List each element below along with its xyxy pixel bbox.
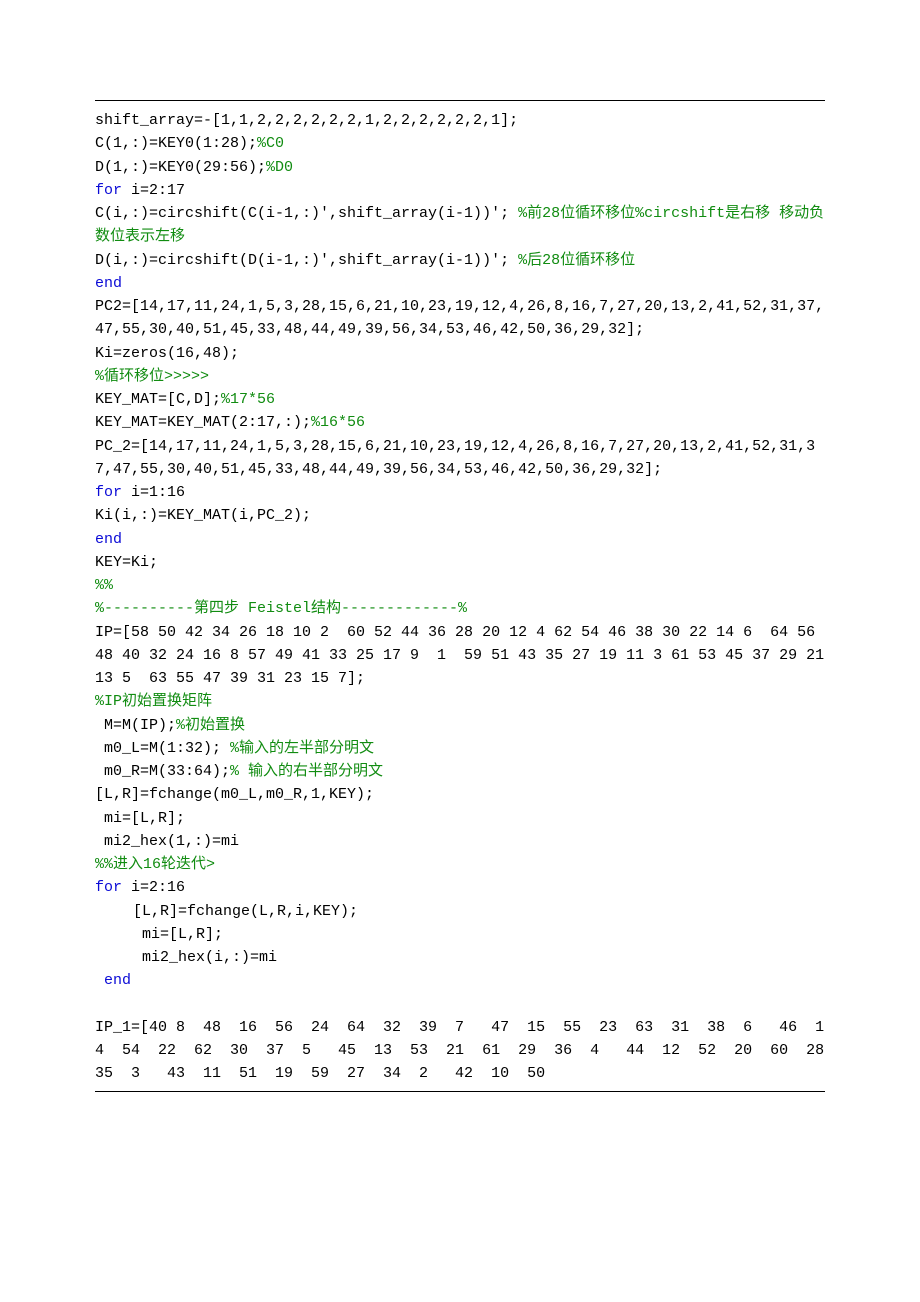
code-line: end <box>95 272 825 295</box>
code-line: D(1,:)=KEY0(29:56);%D0 <box>95 156 825 179</box>
code-line: %% <box>95 574 825 597</box>
code-text: i=2:17 <box>131 182 185 199</box>
comment-text: %循环移位>>>>> <box>95 368 209 385</box>
code-line: %----------第四步 Feistel结构-------------% <box>95 597 825 620</box>
code-line: for i=2:16 <box>95 876 825 899</box>
code-text: mi=[L,R]; <box>133 926 223 943</box>
code-text: C(i,:)=circshift(C(i-1,:)',shift_array(i… <box>95 205 518 222</box>
document-page: shift_array=-[1,1,2,2,2,2,2,2,1,2,2,2,2,… <box>0 0 920 1302</box>
bottom-rule <box>95 1091 825 1092</box>
code-line: end <box>95 969 825 992</box>
comment-text: %% <box>95 577 113 594</box>
comment-text: %C0 <box>257 135 284 152</box>
code-text: i=2:16 <box>131 879 185 896</box>
code-text: KEY_MAT=[C,D]; <box>95 391 221 408</box>
code-line: m0_R=M(33:64);% 输入的右半部分明文 <box>95 760 825 783</box>
code-text: PC2=[14,17,11,24,1,5,3,28,15,6,21,10,23,… <box>95 298 824 338</box>
code-text: shift_array=-[1,1,2,2,2,2,2,2,1,2,2,2,2,… <box>95 112 518 129</box>
comment-text: % 输入的右半部分明文 <box>230 763 383 780</box>
code-text: m0_R=M(33:64); <box>95 763 230 780</box>
comment-text: %输入的左半部分明文 <box>230 740 374 757</box>
keyword-text: for <box>95 484 131 501</box>
comment-text: %初始置换 <box>176 717 245 734</box>
code-text: [L,R]=fchange(L,R,i,KEY); <box>133 903 358 920</box>
code-text: i=1:16 <box>131 484 185 501</box>
code-text: mi2_hex(1,:)=mi <box>95 833 239 850</box>
comment-text: %16*56 <box>311 414 365 431</box>
code-text: mi=[L,R]; <box>95 810 185 827</box>
code-line: mi=[L,R]; <box>95 807 825 830</box>
code-text: m0_L=M(1:32); <box>95 740 230 757</box>
code-block: shift_array=-[1,1,2,2,2,2,2,2,1,2,2,2,2,… <box>95 109 825 1085</box>
keyword-text: end <box>104 972 131 989</box>
code-line: PC2=[14,17,11,24,1,5,3,28,15,6,21,10,23,… <box>95 295 825 342</box>
code-line: IP_1=[40 8 48 16 56 24 64 32 39 7 47 15 … <box>95 1016 825 1086</box>
code-line: mi2_hex(i,:)=mi <box>95 946 825 969</box>
code-line: for i=2:17 <box>95 179 825 202</box>
code-line: mi2_hex(1,:)=mi <box>95 830 825 853</box>
code-line: KEY=Ki; <box>95 551 825 574</box>
comment-text: %----------第四步 Feistel结构-------------% <box>95 600 467 617</box>
code-line: Ki(i,:)=KEY_MAT(i,PC_2); <box>95 504 825 527</box>
code-line: end <box>95 528 825 551</box>
code-line: shift_array=-[1,1,2,2,2,2,2,2,1,2,2,2,2,… <box>95 109 825 132</box>
code-line: C(1,:)=KEY0(1:28);%C0 <box>95 132 825 155</box>
code-text: C(1,:)=KEY0(1:28); <box>95 135 257 152</box>
code-text: mi2_hex(i,:)=mi <box>133 949 277 966</box>
code-text: IP=[58 50 42 34 26 18 10 2 60 52 44 36 2… <box>95 624 833 688</box>
code-line: [L,R]=fchange(L,R,i,KEY); <box>95 900 825 923</box>
code-line: %循环移位>>>>> <box>95 365 825 388</box>
comment-text: %17*56 <box>221 391 275 408</box>
code-text: M=M(IP); <box>95 717 176 734</box>
code-line: [L,R]=fchange(m0_L,m0_R,1,KEY); <box>95 783 825 806</box>
code-line: KEY_MAT=KEY_MAT(2:17,:);%16*56 <box>95 411 825 434</box>
keyword-text: for <box>95 182 131 199</box>
code-text: KEY_MAT=KEY_MAT(2:17,:); <box>95 414 311 431</box>
keyword-text: end <box>95 531 122 548</box>
top-rule <box>95 100 825 101</box>
code-line: IP=[58 50 42 34 26 18 10 2 60 52 44 36 2… <box>95 621 825 691</box>
keyword-text: for <box>95 879 131 896</box>
comment-text: %%进入16轮迭代> <box>95 856 215 873</box>
code-text: PC_2=[14,17,11,24,1,5,3,28,15,6,21,10,23… <box>95 438 815 478</box>
code-text: Ki=zeros(16,48); <box>95 345 239 362</box>
comment-text: %IP初始置换矩阵 <box>95 693 212 710</box>
comment-text: %D0 <box>266 159 293 176</box>
code-text: D(1,:)=KEY0(29:56); <box>95 159 266 176</box>
code-text: KEY=Ki; <box>95 554 158 571</box>
code-line: m0_L=M(1:32); %输入的左半部分明文 <box>95 737 825 760</box>
code-line: for i=1:16 <box>95 481 825 504</box>
comment-text: %后28位循环移位 <box>518 252 635 269</box>
code-line: C(i,:)=circshift(C(i-1,:)',shift_array(i… <box>95 202 825 249</box>
code-line: %%进入16轮迭代> <box>95 853 825 876</box>
code-line: PC_2=[14,17,11,24,1,5,3,28,15,6,21,10,23… <box>95 435 825 482</box>
code-text: D(i,:)=circshift(D(i-1,:)',shift_array(i… <box>95 252 518 269</box>
code-text: Ki(i,:)=KEY_MAT(i,PC_2); <box>95 507 311 524</box>
code-line: mi=[L,R]; <box>95 923 825 946</box>
code-line: D(i,:)=circshift(D(i-1,:)',shift_array(i… <box>95 249 825 272</box>
code-line: KEY_MAT=[C,D];%17*56 <box>95 388 825 411</box>
code-line: Ki=zeros(16,48); <box>95 342 825 365</box>
code-line: %IP初始置换矩阵 <box>95 690 825 713</box>
code-line: M=M(IP);%初始置换 <box>95 714 825 737</box>
code-text: IP_1=[40 8 48 16 56 24 64 32 39 7 47 15 … <box>95 1019 842 1083</box>
code-text: [L,R]=fchange(m0_L,m0_R,1,KEY); <box>95 786 374 803</box>
blank-line <box>95 993 825 1016</box>
keyword-text: end <box>95 275 122 292</box>
